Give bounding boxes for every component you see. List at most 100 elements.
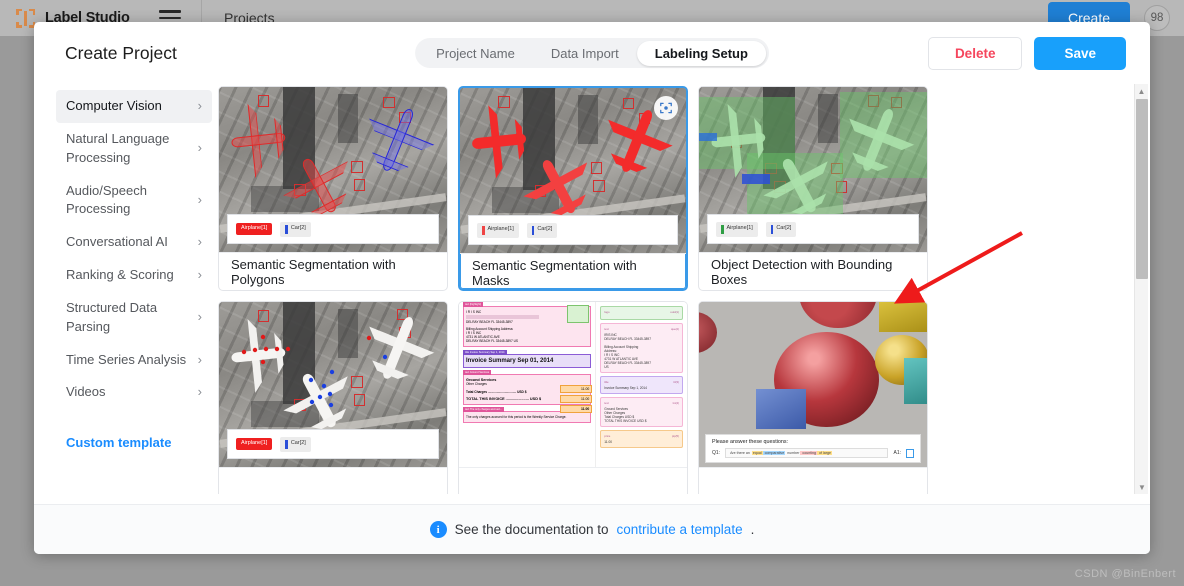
cube-yellow [879,302,927,332]
invoice-regions-panel: logo uuid(1) text que(2) IRIS INC DELRAY B… [595,302,687,467]
label-chip-airplane[interactable]: Airplane [1] [477,222,519,238]
region-card[interactable]: logo uuid(1) [600,306,683,320]
template-card-semantic-segmentation-with-polygons[interactable]: Airplane [1] Car [2] Semantic Segmentation… [218,86,448,291]
polygon-annotation-airplane-1 [228,100,290,181]
sidebar-item-label: Natural Language Processing [66,130,170,165]
contribute-template-link[interactable]: contribute a template [617,522,743,537]
cube-teal [904,358,927,405]
scroll-down-arrow-icon[interactable]: ▼ [1135,480,1149,494]
invoice-billing3: DELRAY BEACH FL 33445-3897 US [466,339,519,343]
invoice-title-block: title Invoice Summary Sep 1, 2014 Invoic… [463,350,592,368]
modal-header: Create Project Project Name Data Import … [34,22,1150,84]
airplane-shape-1 [228,315,290,396]
question-row: Q1: Are there an equal comparative numbe… [712,448,914,458]
sidebar-item-conversational-ai[interactable]: Conversational AI › [56,226,212,259]
answer-label: A1: [893,450,901,456]
region-tag: title Invoice Summary Sep 1, 2014 [463,350,507,355]
sidebar-item-audio-speech-processing[interactable]: Audio/Speech Processing › [56,175,212,227]
preview-scan-icon[interactable] [654,96,678,120]
region-tag: text [highlight] [463,302,484,307]
sidebar-item-structured-data-parsing[interactable]: Structured Data Parsing › [56,292,212,344]
invoice-title: Invoice Summary Sep 01, 2014 [466,358,554,364]
invoice-amount: 11.00 [559,404,593,413]
template-thumbnail: Airplane [1] Car [2] [460,88,686,253]
question-text: Are there an equal comparative number co… [725,448,889,458]
template-thumbnail: Airplane [1] Car [2] [219,302,447,467]
question-label: Q1: [712,450,721,456]
create-project-modal: Create Project Project Name Data Import … [34,22,1150,554]
label-chip-car[interactable]: Car [2] [526,222,558,238]
template-card-keypoints[interactable]: Airplane [1] Car [2] [218,301,448,494]
bbox-car-label [742,174,770,185]
tab-data-import[interactable]: Data Import [533,41,637,66]
custom-template-link[interactable]: Custom template [56,435,212,450]
save-button[interactable]: Save [1034,36,1126,70]
invoice-logo-region [567,305,590,323]
template-card-visual-question-answering[interactable]: Please answer these questions: Q1: Are t… [698,301,928,494]
chevron-right-icon: › [197,309,202,325]
label-chip-airplane[interactable]: Airplane [1] [716,221,758,237]
template-thumbnail: Airplane [1] Car [2] [219,87,447,252]
region-card[interactable]: text txt(4) Ground Services Other Charges… [600,397,683,427]
region-card[interactable]: title ttl(3) Invoice Summary Sep 1, 2014 [600,376,683,394]
sphere-red-top [799,302,877,329]
chevron-right-icon: › [197,384,202,400]
chevron-right-icon: › [197,98,202,113]
sidebar-item-videos[interactable]: Videos › [56,376,212,409]
label-chip-car[interactable]: Car [2] [280,221,311,237]
template-card-document-ocr[interactable]: text [highlight] I R I S INC DELRAY BEAC… [458,301,688,494]
region-tag: text Ground Services [463,370,492,375]
invoice-amounts: 11.00 11.00 11.00 [559,384,593,415]
modal-header-actions: Delete Save [927,36,1126,70]
invoice-preview: text [highlight] I R I S INC DELRAY BEAC… [459,302,687,467]
template-card-semantic-segmentation-with-masks[interactable]: Airplane [1] Car [2] Semantic Segmentation… [458,86,688,291]
template-card-object-detection-with-bounding-boxes[interactable]: Airplane [1] Car [2] Object Detection with… [698,86,928,291]
info-icon: i [429,521,447,538]
invoice-document: text [highlight] I R I S INC DELRAY BEAC… [459,302,595,467]
sidebar-item-label: Audio/Speech Processing [66,182,147,217]
template-card-title [219,467,447,494]
template-card-title [699,467,927,494]
watermark: CSDN @BinEnbert [1074,568,1176,580]
label-chip-car[interactable]: Car [2] [280,436,311,452]
template-card-title [459,467,687,494]
label-chip-airplane[interactable]: Airplane [1] [236,438,273,450]
template-grid-wrapper: Airplane [1] Car [2] Semantic Segmentation… [212,84,1150,504]
region-card[interactable]: text que(2) IRIS INC DELRAY BEACH FL 3344… [600,323,683,373]
bbox-car-label-2 [699,133,718,142]
sidebar-item-computer-vision[interactable]: Computer Vision › [56,90,212,123]
scrollbar-thumb[interactable] [1136,99,1148,279]
mask-annotation-airplane-1 [469,102,531,182]
sidebar-item-label: Structured Data Parsing [66,299,158,334]
wizard-tabs: Project Name Data Import Labeling Setup [415,38,769,68]
sidebar-item-ranking-scoring[interactable]: Ranking & Scoring › [56,259,212,292]
template-thumbnail: Airplane [1] Car [2] [699,87,927,252]
chevron-right-icon: › [197,191,202,207]
sidebar-item-label: Time Series Analysis [66,351,187,367]
grid-scrollbar[interactable]: ▲ ▼ [1134,84,1148,494]
region-card[interactable]: price pip(5) 11.00 [600,430,683,448]
sidebar-item-natural-language-processing[interactable]: Natural Language Processing › [56,123,212,175]
template-thumbnail: text [highlight] I R I S INC DELRAY BEAC… [459,302,687,467]
template-card-title: Semantic Segmentation with Polygons [219,252,447,290]
sidebar-item-time-series-analysis[interactable]: Time Series Analysis › [56,344,212,377]
tab-labeling-setup[interactable]: Labeling Setup [636,40,766,66]
sidebar-item-label: Ranking & Scoring [66,267,174,283]
label-toolbar: Airplane [1] Car [2] [227,214,439,244]
tab-project-name[interactable]: Project Name [418,41,533,66]
footer-text: See the documentation to [454,522,609,537]
question-panel: Please answer these questions: Q1: Are t… [705,434,921,463]
answer-input[interactable] [906,448,914,458]
invoice-amount: 11.00 [559,384,593,393]
template-grid: Airplane [1] Car [2] Semantic Segmentation… [218,84,1136,494]
delete-button[interactable]: Delete [927,36,1023,70]
scroll-up-arrow-icon[interactable]: ▲ [1135,84,1148,98]
label-chip-car[interactable]: Car [2] [765,221,797,237]
modal-footer: i See the documentation to contribute a … [34,504,1150,554]
label-chip-airplane[interactable]: Airplane [1] [236,223,273,235]
sidebar-item-label: Videos [66,384,106,400]
template-thumbnail: Please answer these questions: Q1: Are t… [699,302,927,467]
label-toolbar: Airplane [1] Car [2] [227,429,439,459]
invoice-note: The only charges accrued for this period… [466,415,567,419]
invoice-amount: 11.00 [559,394,593,403]
